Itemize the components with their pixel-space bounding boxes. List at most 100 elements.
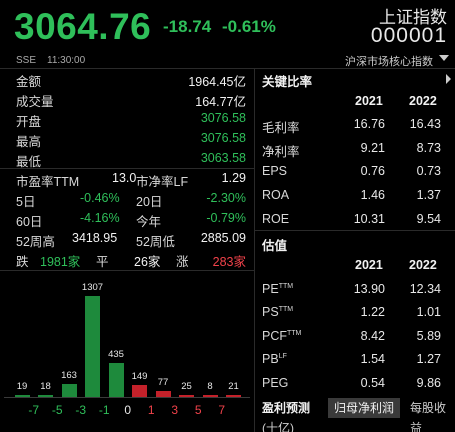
valuation-title: 估值 <box>262 239 288 253</box>
valuation-summary-row: 市盈率TTM 13.0 市净率LF 1.29 <box>16 171 246 189</box>
chart-baseline <box>4 397 250 398</box>
w52-low-value: 2885.09 <box>200 231 246 245</box>
histogram-tick-label: 1 <box>147 403 155 417</box>
ratio-label: 净利率 <box>262 145 300 159</box>
ratios-divider <box>255 230 455 231</box>
histogram-bar <box>38 395 53 397</box>
valuation-row: PBLF 1.54 1.27 <box>262 352 455 369</box>
valuation-row: PEG 0.54 9.86 <box>262 376 455 393</box>
quote-time: 11:30:00 <box>47 55 86 66</box>
pb-lf-value: 1.29 <box>221 171 246 185</box>
pe-ttm-value: 13.0 <box>112 171 137 185</box>
d60-value: -4.16% <box>80 211 120 225</box>
histogram-tick-label: 0 <box>124 403 132 417</box>
price-change: -18.74 <box>163 17 212 36</box>
high-value: 3076.58 <box>200 131 246 145</box>
ratio-row: ROE 10.31 9.54 <box>262 212 455 229</box>
ratio-label: ROE <box>262 212 290 226</box>
ratio-value-2022: 0.73 <box>416 164 441 178</box>
fall-label: 跌 <box>16 255 29 269</box>
histogram-bar <box>202 395 218 397</box>
histogram-tick-label: 3 <box>171 403 179 417</box>
high-row: 最高 3076.58 <box>16 131 246 149</box>
valuation-label: PETTM <box>262 282 294 296</box>
histogram-bar <box>155 391 171 397</box>
tab-eps[interactable]: 每股收益 <box>404 398 455 432</box>
valuation-value-2022: 1.27 <box>416 352 441 366</box>
valuation-value-2021: 1.54 <box>360 352 385 366</box>
amount-row: 金额 1964.45亿 <box>16 71 246 89</box>
rise-label: 涨 <box>176 255 189 269</box>
ratio-value-2022: 9.54 <box>416 212 441 226</box>
histogram-bar-label: 435 <box>108 349 124 360</box>
panel-divider <box>254 68 255 432</box>
ratio-value-2022: 16.43 <box>409 117 441 131</box>
pb-lf-label: 市净率LF <box>136 175 189 189</box>
ratio-label: 毛利率 <box>262 121 300 135</box>
volume-label: 成交量 <box>16 95 54 109</box>
w52-high-value: 3418.95 <box>72 231 118 245</box>
index-price: 3064.76 <box>14 6 152 47</box>
d20-value: -2.30% <box>206 191 246 205</box>
ratio-value-2021: 16.76 <box>353 117 385 131</box>
open-label: 开盘 <box>16 115 42 129</box>
ratios-year-2022: 2022 <box>409 94 437 108</box>
histogram-tick-label: 5 <box>194 403 202 417</box>
valuation-row: PCFTTM 8.42 5.89 <box>262 329 455 346</box>
tab-forecast[interactable]: 盈利预测 <box>256 398 316 418</box>
rise-count: 283家 <box>212 255 246 269</box>
histogram-bar-label: 1307 <box>81 282 104 293</box>
open-value: 3076.58 <box>200 111 246 125</box>
ratio-value-2021: 0.76 <box>360 164 385 178</box>
return-row-1: 5日 -0.46% 20日 -2.30% <box>16 191 246 209</box>
low-value: 3063.58 <box>200 151 246 165</box>
price-change-percent: -0.61% <box>222 17 276 36</box>
ratio-value-2021: 1.46 <box>360 188 385 202</box>
tab-net-profit[interactable]: 归母净利润 <box>328 398 401 418</box>
forecast-unit: (十亿) <box>262 421 294 432</box>
breadth-divider <box>0 270 254 271</box>
breadth-row: 跌 1981家 平 26家 涨 283家 <box>16 251 246 269</box>
fall-count: 1981家 <box>40 255 81 269</box>
valuation-value-2021: 1.22 <box>360 305 385 319</box>
valuation-label: PSTTM <box>262 305 294 319</box>
histogram-bar <box>179 395 194 397</box>
dropdown-caret-icon[interactable] <box>439 55 449 61</box>
valuation-value-2022: 1.01 <box>416 305 441 319</box>
valuation-label: PCFTTM <box>262 329 302 343</box>
ytd-label: 今年 <box>136 215 162 229</box>
flat-count: 26家 <box>134 255 161 269</box>
ratio-value-2021: 9.21 <box>360 141 385 155</box>
ratio-value-2022: 8.73 <box>416 141 441 155</box>
volume-row: 成交量 164.77亿 <box>16 91 246 109</box>
high-label: 最高 <box>16 135 42 149</box>
histogram-bar <box>108 363 124 397</box>
ratio-row: 毛利率 16.76 16.43 <box>262 117 455 135</box>
valuation-row: PETTM 13.90 12.34 <box>262 282 455 299</box>
index-subtitle: 沪深市场核心指数 <box>345 56 433 68</box>
key-ratios-title: 关键比率 <box>262 75 313 89</box>
header-divider <box>0 68 455 69</box>
ratio-row: ROA 1.46 1.37 <box>262 188 455 205</box>
valuation-value-2021: 0.54 <box>360 376 385 390</box>
valuation-value-2022: 9.86 <box>416 376 441 390</box>
ytd-value: -0.79% <box>206 211 246 225</box>
ratio-label: ROA <box>262 188 290 202</box>
valuation-value-2021: 13.90 <box>353 282 385 296</box>
exchange-label: SSE <box>16 55 37 66</box>
histogram-tick-label: -3 <box>75 403 87 417</box>
ratios-year-2021: 2021 <box>355 94 383 108</box>
valuation-value-2021: 8.42 <box>360 329 385 343</box>
histogram-tick-label: -1 <box>98 403 110 417</box>
histogram-tick-label: -5 <box>51 403 63 417</box>
valuation-label: PBLF <box>262 352 287 366</box>
valuation-year-2022: 2022 <box>409 258 437 272</box>
flat-label: 平 <box>96 255 109 269</box>
ratio-label: EPS <box>262 164 288 178</box>
week52-row: 52周高 3418.95 52周低 2885.09 <box>16 231 246 249</box>
change-distribution-chart: 19 18 163 1307 435 149 77 25 8 21 -7 -5 -3 -1 0 1 3 5 7 <box>0 272 254 432</box>
histogram-bar <box>226 395 241 397</box>
d20-label: 20日 <box>136 195 163 209</box>
ratios-scroll-icon[interactable] <box>446 74 451 84</box>
amount-value: 1964.45亿 <box>188 75 246 89</box>
